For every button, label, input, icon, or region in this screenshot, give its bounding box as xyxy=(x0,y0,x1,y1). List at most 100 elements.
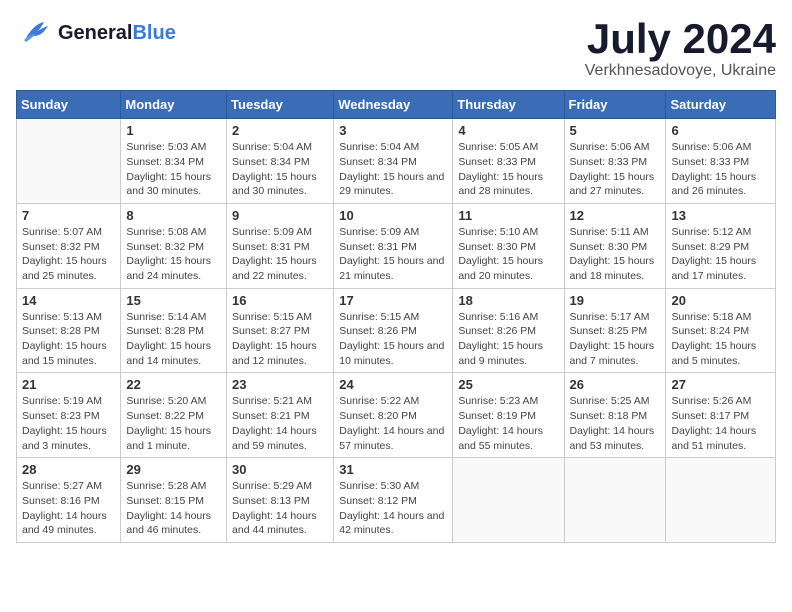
calendar-cell: 28Sunrise: 5:27 AM Sunset: 8:16 PM Dayli… xyxy=(17,458,121,543)
calendar-week-row: 21 Sunrise: 5:19 AM Sunset: 8:23 PM Dayli… xyxy=(17,373,776,458)
calendar-cell xyxy=(17,119,121,204)
calendar-cell: 19Sunrise: 5:17 AM Sunset: 8:25 PM Dayli… xyxy=(564,288,666,373)
calendar-header-row: SundayMondayTuesdayWednesdayThursdayFrid… xyxy=(17,91,776,119)
calendar-week-row: 28Sunrise: 5:27 AM Sunset: 8:16 PM Dayli… xyxy=(17,458,776,543)
day-header-monday: Monday xyxy=(121,91,227,119)
calendar-cell: 30 Sunrise: 5:29 AM Sunset: 8:13 PM Dayli… xyxy=(227,458,334,543)
day-info: Sunrise: 5:16 AM Sunset: 8:26 PM Dayligh… xyxy=(458,310,558,369)
header: GeneralBlue July 2024 Verkhnesadovoye, U… xyxy=(16,16,776,80)
day-header-friday: Friday xyxy=(564,91,666,119)
calendar-week-row: 7Sunrise: 5:07 AM Sunset: 8:32 PM Daylig… xyxy=(17,203,776,288)
day-number: 29 xyxy=(126,462,221,477)
day-info: Sunrise: 5:14 AM Sunset: 8:28 PM Dayligh… xyxy=(126,310,221,369)
day-number: 24 xyxy=(339,377,447,392)
calendar-cell: 29 Sunrise: 5:28 AM Sunset: 8:15 PM Dayli… xyxy=(121,458,227,543)
logo: GeneralBlue xyxy=(16,16,176,50)
day-info: Sunrise: 5:19 AM Sunset: 8:23 PM Dayligh… xyxy=(22,394,115,453)
day-info: Sunrise: 5:25 AM Sunset: 8:18 PM Dayligh… xyxy=(570,394,661,453)
calendar-cell: 23Sunrise: 5:21 AM Sunset: 8:21 PM Dayli… xyxy=(227,373,334,458)
day-number: 9 xyxy=(232,208,328,223)
calendar-cell xyxy=(453,458,564,543)
calendar-cell: 5 Sunrise: 5:06 AM Sunset: 8:33 PM Daylig… xyxy=(564,119,666,204)
day-number: 21 xyxy=(22,377,115,392)
day-number: 15 xyxy=(126,293,221,308)
day-number: 4 xyxy=(458,123,558,138)
day-info: Sunrise: 5:15 AM Sunset: 8:27 PM Dayligh… xyxy=(232,310,328,369)
day-header-wednesday: Wednesday xyxy=(334,91,453,119)
day-info: Sunrise: 5:22 AM Sunset: 8:20 PM Dayligh… xyxy=(339,394,447,453)
day-number: 23 xyxy=(232,377,328,392)
calendar-cell: 7Sunrise: 5:07 AM Sunset: 8:32 PM Daylig… xyxy=(17,203,121,288)
day-info: Sunrise: 5:11 AM Sunset: 8:30 PM Dayligh… xyxy=(570,225,661,284)
day-number: 1 xyxy=(126,123,221,138)
calendar-cell: 4 Sunrise: 5:05 AM Sunset: 8:33 PM Daylig… xyxy=(453,119,564,204)
day-info: Sunrise: 5:17 AM Sunset: 8:25 PM Dayligh… xyxy=(570,310,661,369)
day-number: 20 xyxy=(671,293,770,308)
day-number: 31 xyxy=(339,462,447,477)
day-number: 12 xyxy=(570,208,661,223)
day-info: Sunrise: 5:03 AM Sunset: 8:34 PM Dayligh… xyxy=(126,140,221,199)
day-number: 16 xyxy=(232,293,328,308)
location-subtitle: Verkhnesadovoye, Ukraine xyxy=(585,62,776,80)
day-number: 17 xyxy=(339,293,447,308)
day-info: Sunrise: 5:10 AM Sunset: 8:30 PM Dayligh… xyxy=(458,225,558,284)
day-number: 27 xyxy=(671,377,770,392)
calendar-cell: 2Sunrise: 5:04 AM Sunset: 8:34 PM Daylig… xyxy=(227,119,334,204)
calendar-cell: 13 Sunrise: 5:12 AM Sunset: 8:29 PM Dayli… xyxy=(666,203,776,288)
day-number: 6 xyxy=(671,123,770,138)
day-number: 5 xyxy=(570,123,661,138)
day-number: 8 xyxy=(126,208,221,223)
calendar-cell: 3Sunrise: 5:04 AM Sunset: 8:34 PM Daylig… xyxy=(334,119,453,204)
calendar-cell: 11 Sunrise: 5:10 AM Sunset: 8:30 PM Dayli… xyxy=(453,203,564,288)
day-header-sunday: Sunday xyxy=(17,91,121,119)
day-info: Sunrise: 5:18 AM Sunset: 8:24 PM Dayligh… xyxy=(671,310,770,369)
title-area: July 2024 Verkhnesadovoye, Ukraine xyxy=(585,16,776,80)
day-number: 28 xyxy=(22,462,115,477)
day-info: Sunrise: 5:08 AM Sunset: 8:32 PM Dayligh… xyxy=(126,225,221,284)
day-number: 13 xyxy=(671,208,770,223)
day-info: Sunrise: 5:07 AM Sunset: 8:32 PM Dayligh… xyxy=(22,225,115,284)
day-header-thursday: Thursday xyxy=(453,91,564,119)
day-info: Sunrise: 5:09 AM Sunset: 8:31 PM Dayligh… xyxy=(339,225,447,284)
calendar-cell: 6 Sunrise: 5:06 AM Sunset: 8:33 PM Daylig… xyxy=(666,119,776,204)
calendar-cell xyxy=(666,458,776,543)
calendar-cell: 31 Sunrise: 5:30 AM Sunset: 8:12 PM Dayli… xyxy=(334,458,453,543)
day-info: Sunrise: 5:23 AM Sunset: 8:19 PM Dayligh… xyxy=(458,394,558,453)
calendar-cell xyxy=(564,458,666,543)
calendar-cell: 21 Sunrise: 5:19 AM Sunset: 8:23 PM Dayli… xyxy=(17,373,121,458)
day-number: 18 xyxy=(458,293,558,308)
day-info: Sunrise: 5:28 AM Sunset: 8:15 PM Dayligh… xyxy=(126,479,221,538)
day-info: Sunrise: 5:05 AM Sunset: 8:33 PM Dayligh… xyxy=(458,140,558,199)
calendar-cell: 18 Sunrise: 5:16 AM Sunset: 8:26 PM Dayli… xyxy=(453,288,564,373)
day-header-saturday: Saturday xyxy=(666,91,776,119)
calendar-cell: 9Sunrise: 5:09 AM Sunset: 8:31 PM Daylig… xyxy=(227,203,334,288)
calendar-cell: 8 Sunrise: 5:08 AM Sunset: 8:32 PM Daylig… xyxy=(121,203,227,288)
day-number: 30 xyxy=(232,462,328,477)
day-info: Sunrise: 5:12 AM Sunset: 8:29 PM Dayligh… xyxy=(671,225,770,284)
calendar-cell: 24 Sunrise: 5:22 AM Sunset: 8:20 PM Dayli… xyxy=(334,373,453,458)
calendar-cell: 27 Sunrise: 5:26 AM Sunset: 8:17 PM Dayli… xyxy=(666,373,776,458)
day-info: Sunrise: 5:06 AM Sunset: 8:33 PM Dayligh… xyxy=(671,140,770,199)
day-number: 22 xyxy=(126,377,221,392)
calendar-cell: 15 Sunrise: 5:14 AM Sunset: 8:28 PM Dayli… xyxy=(121,288,227,373)
day-info: Sunrise: 5:30 AM Sunset: 8:12 PM Dayligh… xyxy=(339,479,447,538)
day-info: Sunrise: 5:20 AM Sunset: 8:22 PM Dayligh… xyxy=(126,394,221,453)
day-number: 11 xyxy=(458,208,558,223)
calendar-cell: 12 Sunrise: 5:11 AM Sunset: 8:30 PM Dayli… xyxy=(564,203,666,288)
calendar-cell: 16 Sunrise: 5:15 AM Sunset: 8:27 PM Dayli… xyxy=(227,288,334,373)
day-number: 14 xyxy=(22,293,115,308)
calendar-week-row: 14Sunrise: 5:13 AM Sunset: 8:28 PM Dayli… xyxy=(17,288,776,373)
day-info: Sunrise: 5:29 AM Sunset: 8:13 PM Dayligh… xyxy=(232,479,328,538)
calendar-table: SundayMondayTuesdayWednesdayThursdayFrid… xyxy=(16,90,776,543)
day-info: Sunrise: 5:15 AM Sunset: 8:26 PM Dayligh… xyxy=(339,310,447,369)
day-number: 26 xyxy=(570,377,661,392)
calendar-week-row: 1 Sunrise: 5:03 AM Sunset: 8:34 PM Daylig… xyxy=(17,119,776,204)
day-number: 2 xyxy=(232,123,328,138)
day-info: Sunrise: 5:26 AM Sunset: 8:17 PM Dayligh… xyxy=(671,394,770,453)
logo-general: GeneralBlue xyxy=(58,23,176,43)
day-info: Sunrise: 5:04 AM Sunset: 8:34 PM Dayligh… xyxy=(339,140,447,199)
month-title: July 2024 xyxy=(585,16,776,62)
calendar-cell: 26 Sunrise: 5:25 AM Sunset: 8:18 PM Dayli… xyxy=(564,373,666,458)
logo-icon xyxy=(16,16,54,50)
day-info: Sunrise: 5:06 AM Sunset: 8:33 PM Dayligh… xyxy=(570,140,661,199)
